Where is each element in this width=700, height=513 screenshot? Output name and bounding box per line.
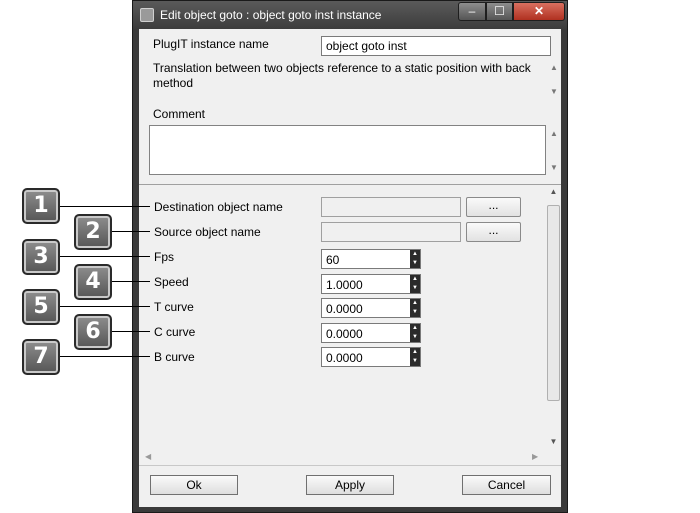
description-scroll-up-icon[interactable]: ▲ xyxy=(548,63,560,72)
fps-spin-arrows-icon[interactable]: ▲ ▼ xyxy=(410,250,420,268)
parameters-horizontal-scrollbar[interactable]: ◀ ▶ xyxy=(139,451,546,465)
scroll-left-icon[interactable]: ◀ xyxy=(145,452,151,461)
fps-spinbox[interactable]: 60 ▲ ▼ xyxy=(321,249,421,269)
close-button[interactable]: ✕ xyxy=(513,2,565,21)
source-object-input[interactable] xyxy=(321,222,461,242)
destination-object-input[interactable] xyxy=(321,197,461,217)
callout-badge-6: 6 xyxy=(74,314,112,350)
cancel-button[interactable]: Cancel xyxy=(462,475,551,495)
callout-badge-3: 3 xyxy=(22,239,60,275)
callout-badge-7: 7 xyxy=(22,339,60,375)
maximize-button[interactable]: ☐ xyxy=(486,2,513,21)
callout-leader-1 xyxy=(60,206,150,207)
callout-leader-6 xyxy=(112,331,150,332)
callout-leader-5 xyxy=(60,306,150,307)
c-curve-value: 0.0000 xyxy=(326,327,363,341)
destination-browse-button[interactable]: ... xyxy=(466,197,521,217)
comment-scroll-up-icon[interactable]: ▲ xyxy=(548,129,560,138)
speed-spin-arrows-icon[interactable]: ▲ ▼ xyxy=(410,275,420,293)
description-text: Translation between two objects referenc… xyxy=(153,61,531,90)
instance-name-label: PlugIT instance name xyxy=(153,37,269,51)
description-scroll-down-icon[interactable]: ▼ xyxy=(548,87,560,96)
callout-leader-3 xyxy=(60,256,150,257)
callout-badge-5: 5 xyxy=(22,289,60,325)
parameters-vertical-scrollbar[interactable]: ▲ ▼ xyxy=(546,185,561,451)
callout-badge-4: 4 xyxy=(74,264,112,300)
window-title: Edit object goto : object goto inst inst… xyxy=(160,8,382,22)
comment-scroll-down-icon[interactable]: ▼ xyxy=(548,163,560,172)
callout-badge-1: 1 xyxy=(22,188,60,224)
scroll-right-icon[interactable]: ▶ xyxy=(532,452,538,461)
b-curve-label: B curve xyxy=(154,350,195,364)
speed-spinbox[interactable]: 1.0000 ▲ ▼ xyxy=(321,274,421,294)
ok-button[interactable]: Ok xyxy=(150,475,238,495)
c-curve-spin-arrows-icon[interactable]: ▲ ▼ xyxy=(410,324,420,342)
app-icon xyxy=(140,8,154,22)
minimize-button[interactable]: – xyxy=(458,2,486,21)
t-curve-spin-arrows-icon[interactable]: ▲ ▼ xyxy=(410,299,420,317)
parameters-scroll-area: Destination object name ... Source objec… xyxy=(139,185,561,465)
t-curve-label: T curve xyxy=(154,300,194,314)
scroll-thumb[interactable] xyxy=(547,205,560,401)
destination-object-label: Destination object name xyxy=(154,200,283,214)
scroll-down-icon[interactable]: ▼ xyxy=(546,437,561,446)
fps-label: Fps xyxy=(154,250,175,264)
fps-value: 60 xyxy=(326,253,340,267)
comment-label: Comment xyxy=(153,107,206,121)
t-curve-spinbox[interactable]: 0.0000 ▲ ▼ xyxy=(321,298,421,318)
apply-button[interactable]: Apply xyxy=(306,475,394,495)
c-curve-label: C curve xyxy=(154,325,196,339)
b-curve-value: 0.0000 xyxy=(326,351,363,365)
source-browse-button[interactable]: ... xyxy=(466,222,521,242)
speed-value: 1.0000 xyxy=(326,278,363,292)
t-curve-value: 0.0000 xyxy=(326,302,363,316)
instance-name-input[interactable]: object goto inst xyxy=(321,36,551,56)
footer-divider xyxy=(139,465,561,466)
title-bar[interactable]: Edit object goto : object goto inst inst… xyxy=(133,1,567,29)
b-curve-spin-arrows-icon[interactable]: ▲ ▼ xyxy=(410,348,420,366)
comment-textarea[interactable] xyxy=(149,125,546,175)
callout-badge-2: 2 xyxy=(74,214,112,250)
c-curve-spinbox[interactable]: 0.0000 ▲ ▼ xyxy=(321,323,421,343)
source-object-label: Source object name xyxy=(154,225,261,239)
scroll-up-icon[interactable]: ▲ xyxy=(546,187,561,196)
callout-leader-4 xyxy=(112,281,150,282)
b-curve-spinbox[interactable]: 0.0000 ▲ ▼ xyxy=(321,347,421,367)
edit-dialog-window: Edit object goto : object goto inst inst… xyxy=(132,0,568,513)
speed-label: Speed xyxy=(154,275,189,289)
callout-leader-2 xyxy=(112,231,150,232)
dialog-client-area: PlugIT instance name object goto inst Tr… xyxy=(139,29,561,507)
callout-leader-7 xyxy=(60,356,150,357)
